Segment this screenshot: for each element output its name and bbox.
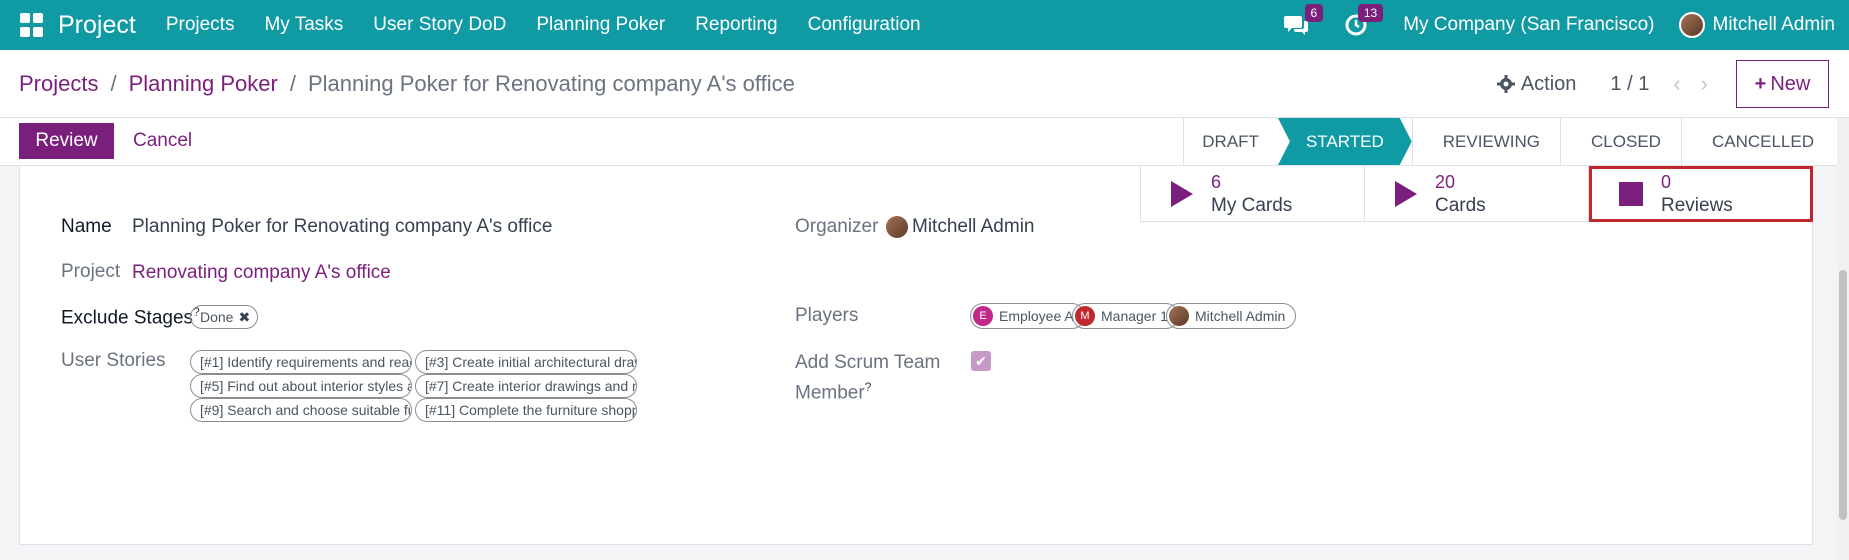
exclude-tag-done[interactable]: Done ✖ (190, 305, 259, 329)
user-story-tag[interactable]: [#7] Create interior drawings and m... (415, 374, 637, 398)
stage-draft[interactable]: DRAFT (1183, 118, 1279, 165)
tag-label: Done (200, 309, 234, 325)
stage-started[interactable]: STARTED (1278, 118, 1412, 165)
breadcrumb-projects[interactable]: Projects (19, 71, 98, 97)
top-navbar: Project Projects My Tasks User Story DoD… (0, 0, 1849, 50)
breadcrumb-current: Planning Poker for Renovating company A'… (307, 70, 795, 96)
new-button[interactable]: + New (1736, 60, 1829, 108)
user-stories-label: User Stories (61, 350, 166, 371)
user-story-tag[interactable]: [#11] Complete the furniture shoppi... (415, 398, 637, 422)
organizer-label: Organizer (795, 216, 879, 237)
chevron-right-icon[interactable]: › (1701, 71, 1708, 97)
organizer-field[interactable]: Mitchell Admin (886, 216, 1035, 238)
player-avatar: E (973, 306, 993, 326)
play-icon (1171, 180, 1193, 207)
stage-cancelled[interactable]: CANCELLED (1680, 118, 1834, 165)
cancel-button[interactable]: Cancel (133, 130, 192, 152)
player-tag[interactable]: Mitchell Admin (1166, 303, 1297, 329)
new-label: New (1770, 72, 1811, 95)
exclude-stages-label: Exclude Stages? (61, 305, 200, 329)
players-label: Players (795, 305, 859, 326)
smart-button-box: 6 My Cards 20 Cards 0 Reviews (1140, 166, 1813, 222)
check-icon: ✔ (975, 352, 987, 369)
cards-count: 20 (1435, 171, 1456, 192)
my-cards-count: 6 (1211, 171, 1222, 192)
player-tag[interactable]: E Employee A (970, 303, 1085, 329)
exclude-stages-text: Exclude Stages (61, 307, 194, 329)
user-story-tag[interactable]: [#9] Search and choose suitable fur... (190, 398, 412, 422)
add-scrum-label: Add Scrum Team Member? (795, 350, 940, 405)
chevron-left-icon[interactable]: ‹ (1673, 71, 1680, 97)
activities-button[interactable]: 13 (1343, 4, 1384, 38)
player-tag[interactable]: M Manager 1 (1072, 303, 1179, 329)
player-name: Employee A (999, 308, 1074, 324)
help-icon[interactable]: ? (865, 380, 872, 394)
messages-badge: 6 (1304, 4, 1324, 22)
close-icon[interactable]: ✖ (238, 309, 250, 326)
user-story-tag[interactable]: [#3] Create initial architectural drawi.… (415, 350, 637, 374)
reviews-button[interactable]: 0 Reviews (1588, 166, 1813, 222)
menu-configuration[interactable]: Configuration (808, 14, 921, 36)
stage-pipeline: DRAFT STARTED REVIEWING CLOSED CANCELLED (1183, 118, 1834, 165)
control-panel: Projects / Planning Poker / Planning Pok… (0, 50, 1849, 118)
user-menu[interactable]: Mitchell Admin (1713, 14, 1836, 36)
add-scrum-text-2: Member (795, 382, 865, 404)
add-scrum-checkbox[interactable]: ✔ (971, 351, 991, 371)
scrollbar-thumb[interactable] (1839, 270, 1847, 520)
action-label: Action (1520, 72, 1577, 95)
review-button[interactable]: Review (19, 123, 114, 159)
form-sheet: 6 My Cards 20 Cards 0 Reviews Name Plann… (19, 166, 1813, 545)
organizer-name: Mitchell Admin (912, 216, 1035, 237)
user-story-tag[interactable]: [#5] Find out about interior styles an..… (190, 374, 412, 398)
breadcrumb-planning-poker[interactable]: Planning Poker (129, 71, 278, 97)
name-field[interactable]: Planning Poker for Renovating company A'… (132, 216, 552, 238)
menu-projects[interactable]: Projects (166, 14, 235, 36)
messages-button[interactable]: 6 (1283, 4, 1324, 38)
cards-label: Cards (1435, 194, 1486, 216)
stage-closed[interactable]: CLOSED (1560, 118, 1681, 165)
menu-my-tasks[interactable]: My Tasks (264, 14, 343, 36)
gear-icon (1496, 75, 1515, 93)
my-cards-label: My Cards (1211, 194, 1293, 216)
plus-icon: + (1754, 72, 1767, 95)
action-menu-button[interactable]: Action (1496, 72, 1577, 96)
add-scrum-text-1: Add Scrum Team (795, 352, 941, 373)
cards-button[interactable]: 20 Cards (1364, 166, 1588, 222)
activities-badge: 13 (1357, 4, 1384, 22)
breadcrumb-separator: / (289, 70, 296, 96)
project-field[interactable]: Renovating company A's office (132, 262, 391, 284)
user-avatar[interactable] (1678, 12, 1705, 38)
highlight-box (1589, 166, 1813, 222)
menu-user-story-dod[interactable]: User Story DoD (373, 14, 506, 36)
my-cards-button[interactable]: 6 My Cards (1140, 166, 1364, 222)
organizer-avatar (886, 216, 908, 238)
apps-menu-icon[interactable] (20, 13, 44, 37)
user-story-tag[interactable]: [#1] Identify requirements and reac... (190, 350, 412, 374)
stage-reviewing[interactable]: REVIEWING (1411, 118, 1560, 165)
play-icon (1395, 180, 1417, 207)
player-avatar: M (1075, 306, 1095, 326)
name-label: Name (61, 216, 112, 237)
company-switcher[interactable]: My Company (San Francisco) (1403, 14, 1654, 36)
player-name: Mitchell Admin (1195, 308, 1286, 324)
menu-planning-poker[interactable]: Planning Poker (536, 14, 665, 36)
breadcrumb: Projects / Planning Poker / Planning Pok… (19, 71, 795, 97)
form-statusbar: Review Cancel DRAFT STARTED REVIEWING CL… (0, 118, 1849, 166)
player-name: Manager 1 (1101, 308, 1168, 324)
menu-reporting[interactable]: Reporting (695, 14, 777, 36)
project-label: Project (61, 261, 121, 282)
breadcrumb-separator: / (110, 70, 117, 96)
pager-value[interactable]: 1 / 1 (1610, 73, 1649, 96)
player-avatar (1169, 306, 1189, 326)
app-name[interactable]: Project (58, 11, 136, 40)
